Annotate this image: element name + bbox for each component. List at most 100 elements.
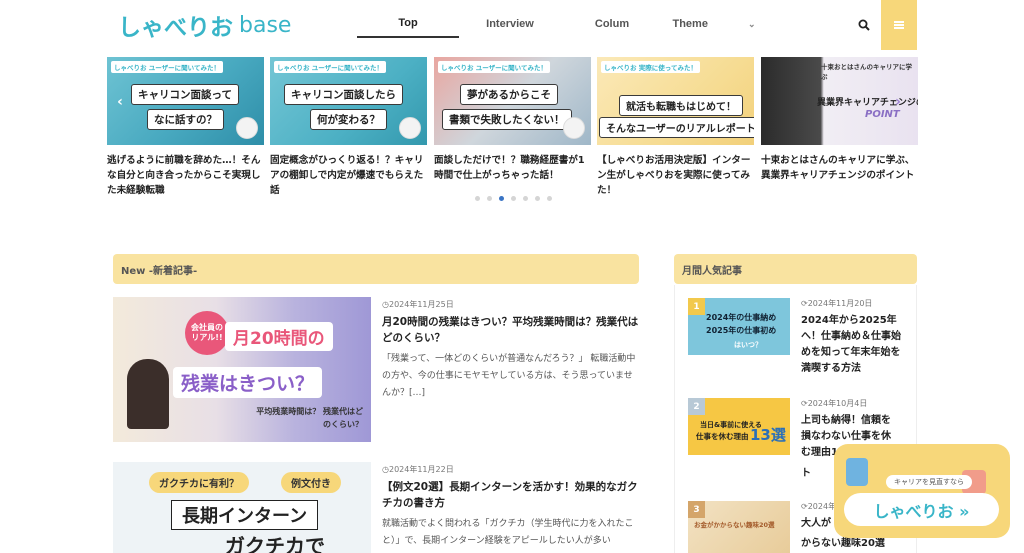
slide-bubble-1: 夢があるからこそ	[460, 84, 558, 105]
chevron-right-icon: ›	[895, 94, 901, 110]
slide-thumbnail: しゃべりお ユーザーに聞いてみた！ キャリコン面談したら 何が変わる？	[270, 57, 427, 145]
slide-caption: 面談しただけで！？職務経歴書が1時間で仕上がっちゃった話！	[434, 155, 585, 181]
person-illustration	[127, 359, 169, 429]
article-date-text: 2024年11月22日	[388, 465, 454, 474]
ranking-title[interactable]: 2024年から2025年へ！仕事納め＆仕事始めを知って年末年始を満喫する方法	[801, 313, 909, 377]
carousel-slide[interactable]: 十束おとはさんのキャリアに学ぶ 異業界キャリアチェンジの POINT 十束おとは…	[761, 57, 918, 183]
article-img-line1: 月20時間の	[225, 322, 333, 351]
article-card[interactable]: ガクチカに有利？ 例文付き 長期インターン ガクチカで ◷2024年11月22日…	[113, 462, 639, 553]
pagination-dot[interactable]	[535, 196, 540, 201]
ranking-date-text: 2024年	[807, 502, 837, 511]
main-nav: Top Interview Colum Theme ⌄	[357, 10, 765, 40]
slide-caption: 【しゃべりお活用決定版】インターン生がしゃべりおを実際に使ってみた！	[597, 155, 751, 196]
article-img-tag: 会社員の リアル!!	[185, 311, 229, 355]
chevron-down-icon: ⌄	[747, 18, 756, 29]
article-title[interactable]: 月20時間の残業はきつい？平均残業時間は？残業代はどのくらい？	[382, 314, 639, 346]
carousel-next-button[interactable]: ›	[891, 94, 905, 110]
slide-bubble-2: POINT	[865, 109, 900, 120]
slide-tag: しゃべりお ユーザーに聞いてみた！	[111, 61, 223, 73]
slide-bubble-1: キャリコン面談って	[131, 84, 239, 105]
refresh-icon: ⟳	[801, 502, 808, 511]
slide-tag: しゃべりお 実際に使ってみた！	[601, 61, 700, 73]
article-title[interactable]: 【例文20選】長期インターンを活かす！効果的なガクチカの書き方	[382, 479, 639, 511]
slide-tag: 十束おとはさんのキャリアに学ぶ	[821, 63, 912, 81]
badge-icon	[563, 117, 585, 139]
pagination-dot-active[interactable]	[499, 196, 504, 201]
logo-jp: しゃべりお	[118, 15, 233, 41]
article-card[interactable]: 会社員の リアル!! 月20時間の 残業はきつい？ 平均残業時間は？ 残業代はど…	[113, 297, 639, 447]
new-articles-heading: New -新着記事-	[113, 254, 639, 284]
carousel-slide[interactable]: しゃべりお ユーザーに聞いてみた！ キャリコン面談したら 何が変わる？ 固定概念…	[270, 57, 427, 198]
cta-subtext: キャリアを見直すなら	[886, 475, 972, 489]
badge-icon	[399, 117, 421, 139]
slide-tag: しゃべりお ユーザーに聞いてみた！	[438, 61, 550, 73]
ranking-img-text3: はいつ？	[734, 341, 762, 349]
menu-button[interactable]	[881, 0, 917, 50]
slide-caption: 逃げるように前職を辞めた…！そんな自分と向き合ったからこそ実現した未経験転職	[107, 155, 261, 196]
nav-theme-label: Theme	[672, 18, 708, 30]
carousel-pagination	[475, 196, 552, 201]
ranking-item[interactable]: 2024年の仕事納め 2025年の仕事初め はいつ？ 1 ⟳2024年11月20…	[688, 298, 908, 378]
nav-colum[interactable]: Colum	[561, 10, 663, 38]
article-date: ◷2024年11月22日	[382, 464, 454, 475]
article-img-line1: 長期インターン	[171, 500, 319, 530]
slide-thumbnail: しゃべりお ユーザーに聞いてみた！ 夢があるからこそ 書類で失敗したくない！	[434, 57, 591, 145]
carousel-slide[interactable]: しゃべりお 実際に使ってみた！ 就活も転職もはじめて！ そんなユーザーのリアルレ…	[597, 57, 754, 198]
slide-tag: しゃべりお ユーザーに聞いてみた！	[274, 61, 386, 73]
carousel-slide[interactable]: しゃべりお ユーザーに聞いてみた！ 夢があるからこそ 書類で失敗したくない！ 面…	[434, 57, 591, 183]
ranking-date-text: 2024年10月4日	[807, 399, 868, 408]
ranking-date: ⟳2024年11月20日	[801, 298, 872, 309]
ranking-img-text1: 2024年の仕事納め	[706, 313, 777, 322]
pagination-dot[interactable]	[547, 196, 552, 201]
slide-bubble-2: 書類で失敗したくない！	[442, 109, 572, 130]
clock-icon: ◷	[382, 465, 389, 474]
pagination-dot[interactable]	[487, 196, 492, 201]
search-button[interactable]	[854, 15, 874, 35]
monthly-popular-heading: 月間人気記事	[674, 254, 917, 284]
nav-theme[interactable]: Theme ⌄	[663, 10, 765, 38]
refresh-icon: ⟳	[801, 399, 808, 408]
slide-bubble-1: 就活も転職もはじめて！	[619, 95, 743, 116]
pagination-dot[interactable]	[523, 196, 528, 201]
ranking-img-text2: 仕事を休む理由	[696, 432, 749, 441]
featured-carousel: しゃべりお ユーザーに聞いてみた！ キャリコン面談って なに話すの？ 逃げるよう…	[107, 57, 918, 207]
site-header: しゃべりお base Top Interview Colum Theme ⌄	[0, 0, 1024, 50]
ranking-date-text: 2024年11月20日	[807, 299, 873, 308]
clock-icon: ◷	[382, 300, 389, 309]
article-date: ◷2024年11月25日	[382, 299, 454, 310]
nav-interview[interactable]: Interview	[459, 10, 561, 38]
nav-top[interactable]: Top	[357, 10, 459, 38]
character-icon	[846, 458, 868, 486]
rank-number: 3	[688, 501, 705, 518]
slide-bubble-2: そんなユーザーのリアルレポート	[599, 117, 754, 138]
search-icon	[858, 19, 870, 31]
chevron-left-icon: ‹	[117, 94, 123, 110]
article-date-text: 2024年11月25日	[388, 300, 454, 309]
article-thumbnail: 会社員の リアル!! 月20時間の 残業はきつい？ 平均残業時間は？ 残業代はど…	[113, 297, 371, 442]
refresh-icon: ⟳	[801, 299, 808, 308]
pagination-dot[interactable]	[475, 196, 480, 201]
logo-en: base	[239, 12, 292, 38]
article-img-tag: ガクチカに有利？	[149, 472, 249, 493]
slide-caption: 十束おとはさんのキャリアに学ぶ、異業界キャリアチェンジのポイント	[761, 155, 915, 181]
slide-bubble-2: なに話すの？	[147, 109, 224, 130]
slide-bubble-2: 何が変わる？	[310, 109, 387, 130]
article-img-line2: ガクチカで	[225, 534, 325, 553]
ranking-img-text1: お金がかからない趣味20選	[694, 521, 775, 529]
article-img-line2: 残業はきつい？	[173, 367, 323, 398]
article-thumbnail: ガクチカに有利？ 例文付き 長期インターン ガクチカで	[113, 462, 371, 553]
ranking-img-text2: 2025年の仕事初め	[706, 326, 777, 335]
carousel-slide[interactable]: しゃべりお ユーザーに聞いてみた！ キャリコン面談って なに話すの？ 逃げるよう…	[107, 57, 264, 198]
slide-caption: 固定概念がひっくり返る！？キャリアの棚卸しで内定が爆速でもらえた話	[270, 155, 424, 196]
rank-number: 2	[688, 398, 705, 415]
cta-button[interactable]: しゃべりお »	[844, 493, 999, 526]
slide-thumbnail: しゃべりお 実際に使ってみた！ 就活も転職もはじめて！ そんなユーザーのリアルレ…	[597, 57, 754, 145]
slide-bubble-1: キャリコン面談したら	[284, 84, 403, 105]
carousel-prev-button[interactable]: ‹	[113, 94, 127, 110]
ranking-date: ⟳2024年	[801, 501, 836, 512]
site-logo[interactable]: しゃべりお base	[118, 8, 291, 42]
floating-cta-banner[interactable]: キャリアを見直すなら しゃべりお »	[834, 444, 1010, 538]
pagination-dot[interactable]	[511, 196, 516, 201]
ranking-img-text3: 13選	[750, 426, 786, 444]
ranking-title-tail: ト	[801, 468, 811, 479]
